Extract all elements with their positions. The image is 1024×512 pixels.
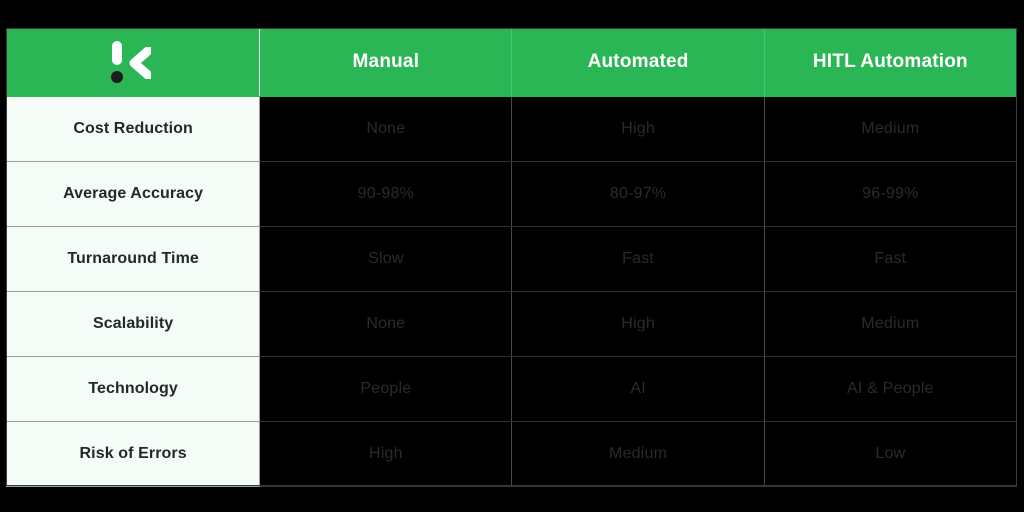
cell-technology-automated: AI bbox=[511, 356, 765, 422]
comparison-table: Manual Automated HITL Automation Cost Re… bbox=[5, 28, 1018, 487]
table-body: Cost Reduction None High Medium Average … bbox=[5, 96, 1018, 487]
cell-technology-hitl: AI & People bbox=[763, 356, 1018, 422]
kodiak-k-logo-icon bbox=[106, 38, 160, 88]
cell-cost-reduction-manual: None bbox=[259, 96, 513, 162]
header-logo-cell bbox=[5, 28, 261, 97]
row-label-risk-of-errors: Risk of Errors bbox=[5, 421, 261, 487]
cell-turnaround-time-manual: Slow bbox=[259, 226, 513, 292]
column-header-label: HITL Automation bbox=[812, 51, 968, 73]
row-label-average-accuracy: Average Accuracy bbox=[5, 161, 261, 227]
row-label-technology: Technology bbox=[5, 356, 261, 422]
column-header-hitl-automation[interactable]: HITL Automation bbox=[763, 28, 1018, 97]
cell-cost-reduction-automated: High bbox=[511, 96, 765, 162]
cell-risk-of-errors-automated: Medium bbox=[511, 421, 765, 487]
column-header-manual[interactable]: Manual bbox=[259, 28, 513, 97]
table-row: Scalability None High Medium bbox=[5, 291, 1018, 357]
cell-average-accuracy-manual: 90-98% bbox=[259, 161, 513, 227]
table-row: Turnaround Time Slow Fast Fast bbox=[5, 226, 1018, 292]
table-row: Technology People AI AI & People bbox=[5, 356, 1018, 422]
cell-cost-reduction-hitl: Medium bbox=[763, 96, 1018, 162]
table-header: Manual Automated HITL Automation bbox=[5, 28, 1018, 97]
table-row: Risk of Errors High Medium Low bbox=[5, 421, 1018, 487]
cell-scalability-manual: None bbox=[259, 291, 513, 357]
column-header-label: Manual bbox=[352, 51, 420, 73]
table-row: Cost Reduction None High Medium bbox=[5, 96, 1018, 162]
comparison-table-container: Manual Automated HITL Automation Cost Re… bbox=[5, 28, 1018, 487]
logo-dot-shape bbox=[111, 70, 124, 83]
cell-technology-manual: People bbox=[259, 356, 513, 422]
row-label-turnaround-time: Turnaround Time bbox=[5, 226, 261, 292]
header-row: Manual Automated HITL Automation bbox=[5, 28, 1018, 97]
table-row: Average Accuracy 90-98% 80-97% 96-99% bbox=[5, 161, 1018, 227]
row-label-scalability: Scalability bbox=[5, 291, 261, 357]
column-header-label: Automated bbox=[587, 51, 689, 73]
cell-scalability-automated: High bbox=[511, 291, 765, 357]
cell-average-accuracy-automated: 80-97% bbox=[511, 161, 765, 227]
logo-chevron-icon bbox=[129, 46, 152, 79]
cell-scalability-hitl: Medium bbox=[763, 291, 1018, 357]
logo-bar-shape bbox=[112, 40, 123, 65]
row-label-cost-reduction: Cost Reduction bbox=[5, 96, 261, 162]
cell-average-accuracy-hitl: 96-99% bbox=[763, 161, 1018, 227]
cell-turnaround-time-automated: Fast bbox=[511, 226, 765, 292]
cell-risk-of-errors-hitl: Low bbox=[763, 421, 1018, 487]
comparison-table-page: Manual Automated HITL Automation Cost Re… bbox=[0, 0, 1024, 512]
cell-turnaround-time-hitl: Fast bbox=[763, 226, 1018, 292]
column-header-automated[interactable]: Automated bbox=[511, 28, 765, 97]
cell-risk-of-errors-manual: High bbox=[259, 421, 513, 487]
